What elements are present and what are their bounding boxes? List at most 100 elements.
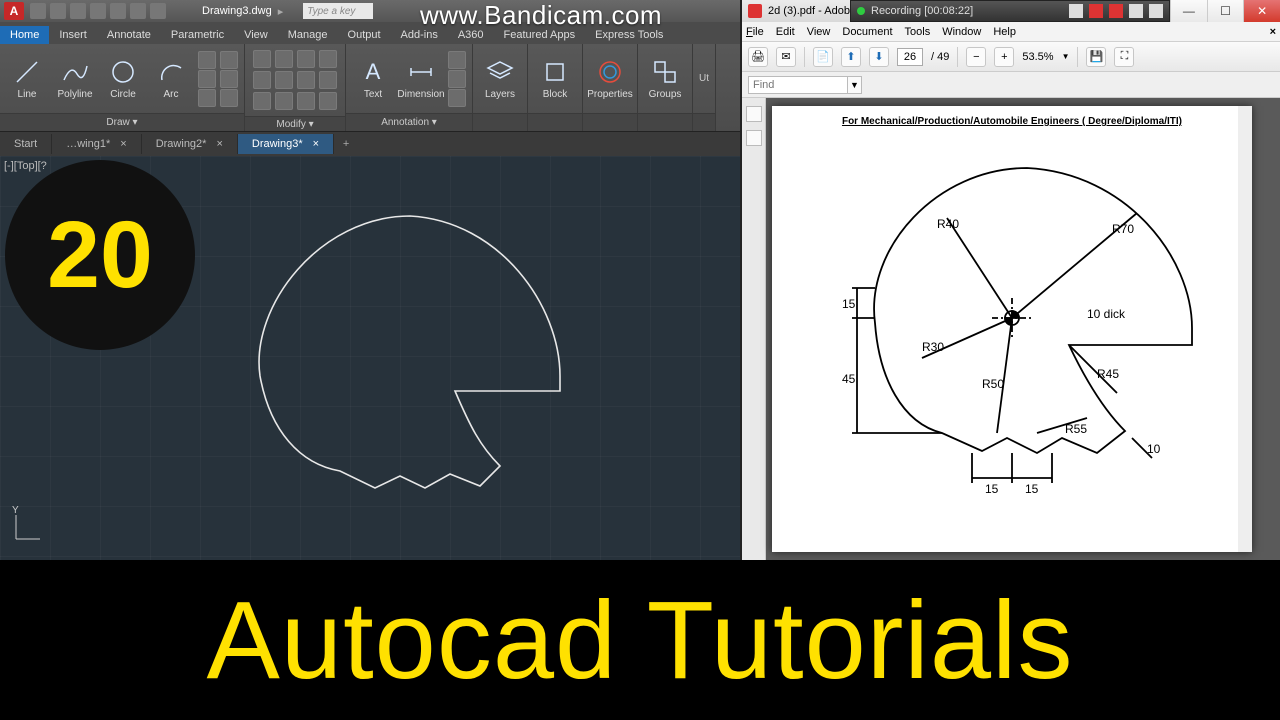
find-input[interactable] — [748, 76, 848, 94]
ellipse-icon[interactable] — [220, 51, 238, 69]
tab-home[interactable]: Home — [0, 26, 49, 44]
fit-icon[interactable]: ⛶ — [1114, 47, 1134, 67]
qat-plot-icon[interactable] — [110, 3, 126, 19]
doc-tab-drawing3[interactable]: Drawing3*× — [238, 134, 334, 154]
spline-icon[interactable] — [220, 70, 238, 88]
hatch-icon[interactable] — [198, 70, 216, 88]
line-button[interactable]: Line — [6, 49, 48, 109]
doc-tab-start[interactable]: Start — [0, 134, 52, 154]
region-icon[interactable] — [220, 89, 238, 107]
next-page-icon[interactable]: ⬇ — [869, 47, 889, 67]
array-icon[interactable] — [297, 92, 315, 110]
doc-tab-drawing1[interactable]: …wing1*× — [52, 134, 141, 154]
stop-icon[interactable] — [1109, 4, 1123, 18]
close-tab-icon[interactable]: × — [120, 138, 126, 150]
qat-saveas-icon[interactable] — [90, 3, 106, 19]
camera-icon[interactable] — [1129, 4, 1143, 18]
page-number-input[interactable] — [897, 48, 923, 66]
mdi-close-button[interactable]: × — [1270, 26, 1276, 38]
menu-document[interactable]: Document — [842, 26, 892, 38]
close-tab-icon[interactable]: × — [216, 138, 222, 150]
record-icon[interactable] — [1089, 4, 1103, 18]
svg-text:R70: R70 — [1112, 222, 1134, 236]
tab-manage[interactable]: Manage — [278, 26, 338, 44]
rect-icon[interactable] — [198, 51, 216, 69]
pages-icon[interactable]: 📄 — [813, 47, 833, 67]
scale-icon[interactable] — [275, 92, 293, 110]
bookmarks-icon[interactable] — [746, 130, 762, 146]
pencil-icon[interactable] — [1069, 4, 1083, 18]
new-tab-button[interactable]: + — [334, 138, 358, 150]
panel-title-draw[interactable]: Draw ▾ — [0, 113, 244, 131]
zoom-in-icon[interactable]: + — [994, 47, 1014, 67]
tab-insert[interactable]: Insert — [49, 26, 97, 44]
thumbnails-icon[interactable] — [746, 106, 762, 122]
menu-window[interactable]: Window — [942, 26, 981, 38]
autocad-logo-icon[interactable]: A — [4, 2, 24, 20]
block-button[interactable]: Block — [534, 49, 576, 109]
tab-output[interactable]: Output — [338, 26, 391, 44]
qat-save-icon[interactable] — [70, 3, 86, 19]
menu-help[interactable]: Help — [993, 26, 1016, 38]
maximize-button[interactable]: ☐ — [1207, 0, 1244, 22]
qat-redo-icon[interactable] — [150, 3, 166, 19]
qat-open-icon[interactable] — [50, 3, 66, 19]
save-icon[interactable]: 💾 — [1086, 47, 1106, 67]
qat-undo-icon[interactable] — [130, 3, 146, 19]
episode-number: 20 — [47, 201, 153, 310]
tab-parametric[interactable]: Parametric — [161, 26, 234, 44]
stretch-icon[interactable] — [253, 92, 271, 110]
layers-button[interactable]: Layers — [479, 49, 521, 109]
circle-button[interactable]: Circle — [102, 49, 144, 109]
trim-icon[interactable] — [297, 50, 315, 68]
tab-view[interactable]: View — [234, 26, 278, 44]
doc-tab-drawing2[interactable]: Drawing2*× — [142, 134, 238, 154]
text-button[interactable]: AText — [352, 49, 394, 109]
zoom-value[interactable]: 53.5% — [1022, 51, 1053, 63]
mirror-icon[interactable] — [275, 71, 293, 89]
menu-file[interactable]: File — [746, 26, 764, 38]
reader-toolbar: 🖨 ✉ 📄 ⬆ ⬇ / 49 − + 53.5% ▼ 💾 ⛶ — [742, 42, 1280, 72]
qat-new-icon[interactable] — [30, 3, 46, 19]
menu-view[interactable]: View — [807, 26, 831, 38]
panel-title-modify[interactable]: Modify ▾ — [245, 116, 345, 131]
tab-annotate[interactable]: Annotate — [97, 26, 161, 44]
email-icon[interactable]: ✉ — [776, 47, 796, 67]
zoom-out-icon[interactable]: − — [966, 47, 986, 67]
pdf-page: For Mechanical/Production/Automobile Eng… — [772, 106, 1252, 552]
minimize-button[interactable]: — — [1170, 0, 1207, 22]
mtext-icon[interactable] — [448, 89, 466, 107]
move-icon[interactable] — [253, 50, 271, 68]
leader-icon[interactable] — [448, 51, 466, 69]
reader-viewport[interactable]: For Mechanical/Production/Automobile Eng… — [742, 98, 1280, 560]
close-bandicam-icon[interactable] — [1149, 4, 1163, 18]
close-button[interactable]: ✕ — [1243, 0, 1280, 22]
offset-icon[interactable] — [319, 92, 337, 110]
panel-draw: Line Polyline Circle Arc Draw ▾ — [0, 44, 245, 131]
menu-edit[interactable]: Edit — [776, 26, 795, 38]
erase-icon[interactable] — [319, 50, 337, 68]
copy-icon[interactable] — [253, 71, 271, 89]
panel-title-annotation[interactable]: Annotation ▾ — [346, 113, 472, 131]
pdf-icon — [748, 4, 762, 18]
close-tab-icon[interactable]: × — [313, 138, 319, 150]
viewport-label[interactable]: [-][Top][? — [4, 160, 47, 172]
svg-text:15: 15 — [1025, 482, 1039, 496]
dimension-button[interactable]: Dimension — [400, 49, 442, 109]
properties-button[interactable]: Properties — [589, 49, 631, 109]
groups-button[interactable]: Groups — [644, 49, 686, 109]
point-icon[interactable] — [198, 89, 216, 107]
arc-button[interactable]: Arc — [150, 49, 192, 109]
find-dropdown-icon[interactable]: ▼ — [848, 76, 862, 94]
polyline-button[interactable]: Polyline — [54, 49, 96, 109]
help-search-input[interactable]: Type a key — [303, 3, 373, 19]
fillet-icon[interactable] — [297, 71, 315, 89]
prev-page-icon[interactable]: ⬆ — [841, 47, 861, 67]
table-icon[interactable] — [448, 70, 466, 88]
print-icon[interactable]: 🖨 — [748, 47, 768, 67]
window-controls: — ☐ ✕ — [1170, 0, 1280, 22]
menu-tools[interactable]: Tools — [905, 26, 931, 38]
explode-icon[interactable] — [319, 71, 337, 89]
rotate-icon[interactable] — [275, 50, 293, 68]
page-scrollbar[interactable] — [1238, 106, 1252, 552]
